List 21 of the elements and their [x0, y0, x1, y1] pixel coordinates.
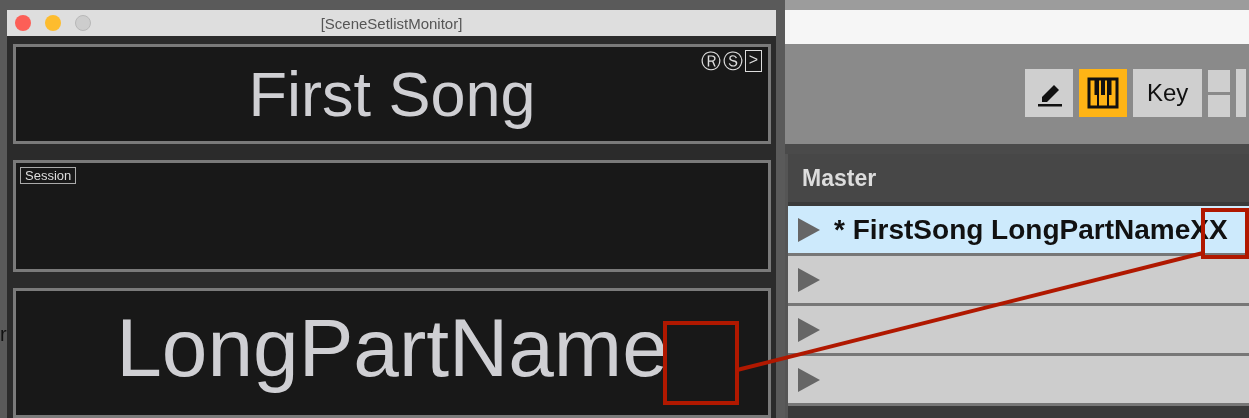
- piano-button[interactable]: [1079, 69, 1127, 117]
- track-header[interactable]: Master: [788, 154, 1249, 202]
- play-triangle-icon[interactable]: [798, 367, 820, 392]
- pencil-button[interactable]: [1025, 69, 1073, 117]
- part-name: LongPartName: [116, 301, 668, 395]
- badge[interactable]: Ⓢ: [722, 50, 743, 72]
- close-button[interactable]: [15, 15, 31, 31]
- piano-keys-icon: [1087, 77, 1119, 109]
- badge[interactable]: >: [744, 50, 762, 72]
- mode-tag: Session: [20, 167, 77, 184]
- toolbar-button[interactable]: [1208, 94, 1231, 117]
- toolbar-button[interactable]: [1208, 69, 1231, 92]
- song-name: First Song: [248, 58, 536, 130]
- toolbar-button[interactable]: [1236, 69, 1247, 117]
- clip-slot[interactable]: [788, 356, 1249, 406]
- clip-slot[interactable]: [788, 306, 1249, 356]
- clip-slot[interactable]: [788, 256, 1249, 306]
- badge[interactable]: Ⓡ: [700, 50, 721, 72]
- background-text: r: [0, 322, 7, 345]
- window-title: [SceneSetlistMonitor]: [320, 14, 463, 32]
- key-button[interactable]: Key: [1133, 69, 1203, 117]
